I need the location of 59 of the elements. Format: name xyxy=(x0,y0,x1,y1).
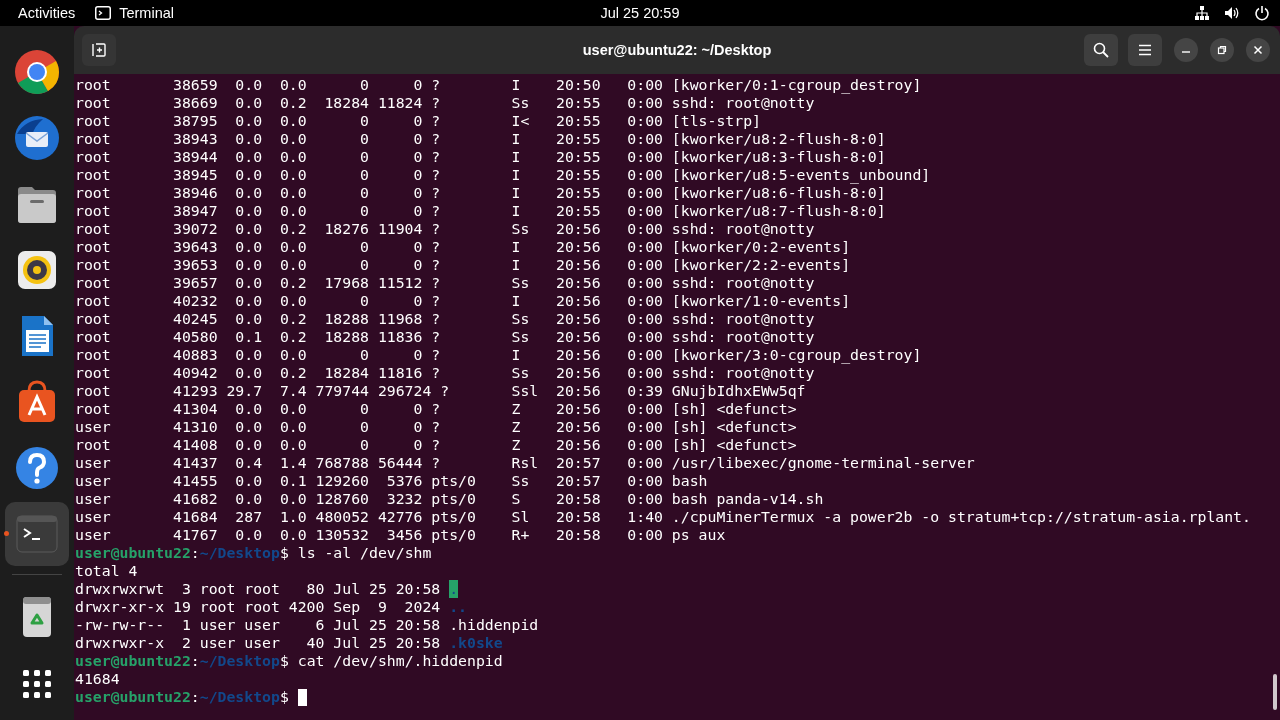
terminal-line: root 41408 0.0 0.0 0 0 ? Z 20:56 0:00 [sh] <defunct> xyxy=(75,436,797,454)
search-icon xyxy=(1093,42,1109,58)
terminal-line: root 40232 0.0 0.0 0 0 ? I 20:56 0:00 [kworker/1:0-events] xyxy=(75,292,851,310)
terminal-line: root 41304 0.0 0.0 0 0 ? Z 20:56 0:00 [sh] <defunct> xyxy=(75,400,797,418)
terminal-line: root 38944 0.0 0.0 0 0 ? I 20:55 0:00 [kworker/u8:3-flush-8:0] xyxy=(75,148,886,166)
terminal-line: root 38943 0.0 0.0 0 0 ? I 20:55 0:00 [kworker/u8:2-flush-8:0] xyxy=(75,130,886,148)
volume-icon[interactable] xyxy=(1224,5,1240,21)
clock[interactable]: Jul 25 20:59 xyxy=(600,5,680,21)
help-icon xyxy=(13,444,61,492)
terminal-icon xyxy=(95,6,112,20)
terminal-line: user 41437 0.4 1.4 768788 56444 ? Rsl 20:57 0:00 /usr/libexec/gnome-terminal-server xyxy=(75,454,975,472)
terminal-line: root 39657 0.0 0.2 17968 11512 ? Ss 20:56 0:00 sshd: root@notty xyxy=(75,274,815,292)
terminal-line: root 40942 0.0 0.2 18284 11816 ? Ss 20:56 0:00 sshd: root@notty xyxy=(75,364,815,382)
new-tab-button[interactable] xyxy=(82,34,116,66)
menu-icon xyxy=(1138,44,1152,56)
search-button[interactable] xyxy=(1084,34,1118,66)
terminal-line: root 38669 0.0 0.2 18284 11824 ? Ss 20:55 0:00 sshd: root@notty xyxy=(75,94,815,112)
power-icon[interactable] xyxy=(1254,5,1270,21)
minimize-button[interactable] xyxy=(1174,38,1198,62)
terminal-line: drwxr-xr-x 19 root root 4200 Sep 9 2024 .. xyxy=(75,598,467,616)
terminal-line: root 39653 0.0 0.0 0 0 ? I 20:56 0:00 [kworker/2:2-events] xyxy=(75,256,851,274)
terminal-line: -rw-rw-r-- 1 user user 6 Jul 25 20:58 .hiddenpid xyxy=(75,616,539,634)
new-tab-icon xyxy=(92,43,106,57)
close-icon xyxy=(1253,45,1263,55)
window-title: user@ubuntu22: ~/Desktop xyxy=(582,42,772,58)
terminal-line: root 38946 0.0 0.0 0 0 ? I 20:55 0:00 [kworker/u8:6-flush-8:0] xyxy=(75,184,886,202)
menu-button[interactable] xyxy=(1128,34,1162,66)
terminal-line: root 39072 0.0 0.2 18276 11904 ? Ss 20:56 0:00 sshd: root@notty xyxy=(75,220,815,238)
terminal-line: user 41682 0.0 0.0 128760 3232 pts/0 S 20:58 0:00 bash panda-v14.sh xyxy=(75,490,824,508)
activities-button[interactable]: Activities xyxy=(18,5,76,21)
terminal-line: total 4 xyxy=(75,562,138,580)
app-menu[interactable]: Terminal xyxy=(119,5,174,21)
terminal-line: user@ubuntu22:~/Desktop$ xyxy=(75,688,307,706)
terminal-line: root 38945 0.0 0.0 0 0 ? I 20:55 0:00 [kworker/u8:5-events_unbound] xyxy=(75,166,931,184)
terminal-line: root 40883 0.0 0.0 0 0 ? I 20:56 0:00 [kworker/3:0-cgroup_destroy] xyxy=(75,346,922,364)
mail-icon xyxy=(13,114,61,162)
terminal-line: drwxrwxr-x 2 user user 40 Jul 25 20:58 .k0ske xyxy=(75,634,503,652)
restore-icon xyxy=(1217,45,1227,55)
scrollbar-thumb[interactable] xyxy=(1273,674,1277,710)
terminal-line: user@ubuntu22:~/Desktop$ ls -al /dev/shm xyxy=(75,544,432,562)
terminal-line: root 40245 0.0 0.2 18288 11968 ? Ss 20:56 0:00 sshd: root@notty xyxy=(75,310,815,328)
terminal-line: user@ubuntu22:~/Desktop$ cat /dev/shm/.hiddenpid xyxy=(75,652,503,670)
terminal-line: user 41767 0.0 0.0 130532 3456 pts/0 R+ 20:58 0:00 ps aux xyxy=(75,526,726,544)
terminal-line: root 38659 0.0 0.0 0 0 ? I 20:50 0:00 [kworker/0:1-cgroup_destroy] xyxy=(75,76,922,94)
terminal-line: user 41455 0.0 0.1 129260 5376 pts/0 Ss 20:57 0:00 bash xyxy=(75,472,708,490)
terminal-line: root 38947 0.0 0.0 0 0 ? I 20:55 0:00 [kworker/u8:7-flush-8:0] xyxy=(75,202,886,220)
close-button[interactable] xyxy=(1246,38,1270,62)
terminal-line: 41684 xyxy=(75,670,120,688)
terminal-line: root 38795 0.0 0.0 0 0 ? I< 20:55 0:00 [tls-strp] xyxy=(75,112,761,130)
browser-icon xyxy=(13,48,61,96)
network-icon[interactable] xyxy=(1194,5,1210,21)
terminal-line: root 40580 0.1 0.2 18288 11836 ? Ss 20:56 0:00 sshd: root@notty xyxy=(75,328,815,346)
maximize-button[interactable] xyxy=(1210,38,1234,62)
terminal-line: drwxrwxrwt 3 root root 80 Jul 25 20:58 . xyxy=(75,580,459,598)
terminal-line: user 41310 0.0 0.0 0 0 ? Z 20:56 0:00 [sh] <defunct> xyxy=(75,418,797,436)
terminal-line: root 41293 29.7 7.4 779744 296724 ? Ssl 20:56 0:39 GNujbIdhxEWw5qf xyxy=(75,382,806,400)
terminal-line: root 39643 0.0 0.0 0 0 ? I 20:56 0:00 [kworker/0:2-events] xyxy=(75,238,851,256)
app-grid-icon[interactable] xyxy=(21,668,53,700)
terminal-line: user 41684 287 1.0 480052 42776 pts/0 Sl 20:58 1:40 ./cpuMinerTermux -a power2b -o stratum+tcp://stratum-asia.rplant. xyxy=(75,508,1251,526)
